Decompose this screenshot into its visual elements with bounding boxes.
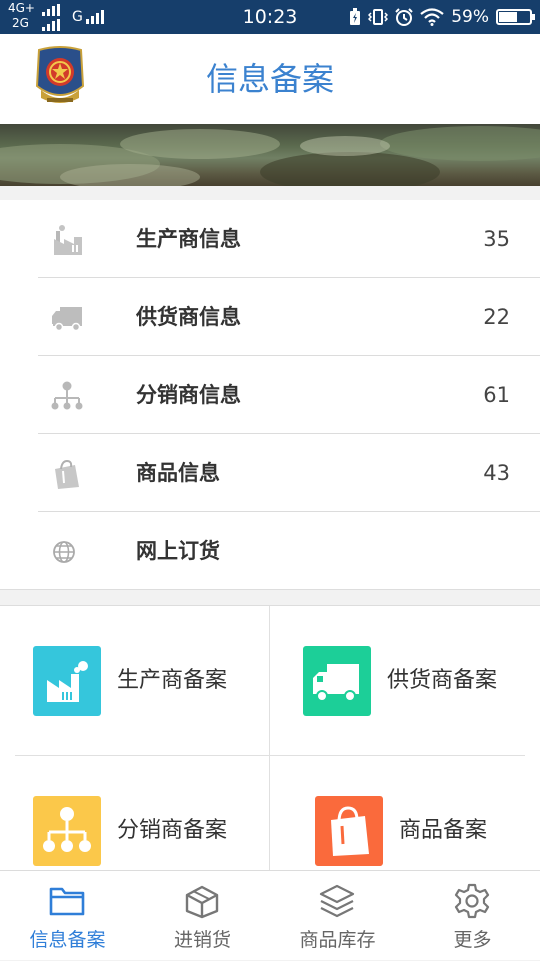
list-item-label: 生产商信息 (136, 227, 241, 251)
truck-icon (52, 307, 82, 332)
list-item-distributor[interactable]: 分销商信息 61 (0, 356, 540, 434)
truck-icon (303, 646, 371, 716)
box-icon (185, 885, 219, 919)
list-item-label: 分销商信息 (136, 383, 241, 407)
globe-icon (53, 541, 75, 563)
list-item-count: 61 (483, 383, 510, 407)
page-title: 信息备案 (205, 60, 334, 98)
wifi-icon (420, 8, 444, 26)
tab-inventory[interactable]: 商品库存 (270, 871, 405, 961)
list-item-label: 商品信息 (136, 461, 220, 485)
tile-label: 分销商备案 (117, 818, 228, 843)
shopping-bag-icon (55, 459, 79, 489)
tab-info-filing[interactable]: 信息备案 (0, 871, 135, 961)
list-item-product[interactable]: 商品信息 43 (0, 434, 540, 512)
list-item-manufacturer[interactable]: 生产商信息 35 (0, 200, 540, 278)
factory-icon (33, 646, 101, 716)
list-item-online-order[interactable]: 网上订货 (0, 512, 540, 590)
tile-label: 供货商备案 (387, 668, 498, 693)
tab-label: 更多 (453, 929, 492, 951)
tab-label: 商品库存 (299, 929, 376, 951)
tile-supplier-filing[interactable]: 供货商备案 (270, 606, 540, 756)
tile-distributor-filing[interactable]: 分销商备案 (0, 756, 270, 870)
layers-icon (319, 884, 355, 918)
battery-percent: 59% (451, 7, 489, 27)
status-right-icons: 59% (349, 0, 535, 34)
bottom-tab-bar: 信息备案 进销货 商品库存 更多 (0, 870, 540, 960)
tile-label: 生产商备案 (117, 668, 228, 693)
battery-saver-icon (350, 8, 361, 25)
list-item-label: 网上订货 (136, 539, 220, 563)
list-item-count: 35 (483, 227, 510, 251)
tile-manufacturer-filing[interactable]: 生产商备案 (0, 606, 270, 756)
gear-icon (454, 883, 490, 919)
factory-icon (54, 225, 82, 255)
alarm-icon (395, 8, 413, 26)
tab-label: 信息备案 (29, 929, 106, 951)
list-item-supplier[interactable]: 供货商信息 22 (0, 278, 540, 356)
distribution-tree-icon (33, 796, 101, 866)
app-header: 信息备案 (0, 34, 540, 124)
filing-grid: 生产商备案 供货商备案 分销商备案 商品备案 (0, 605, 540, 870)
banner-image (0, 124, 540, 186)
list-item-label: 供货商信息 (136, 305, 241, 329)
shopping-bag-icon (315, 796, 383, 866)
distribution-tree-icon (51, 381, 83, 410)
tab-label: 进销货 (173, 929, 231, 951)
battery-icon (496, 9, 535, 25)
tile-label: 商品备案 (399, 818, 488, 843)
list-item-count: 43 (483, 461, 510, 485)
tab-purchase-sales[interactable]: 进销货 (135, 871, 270, 961)
status-bar: 4G+ 2G G 10:23 59% (0, 0, 540, 34)
tab-more[interactable]: 更多 (405, 871, 540, 961)
folder-icon (49, 887, 85, 916)
vibrate-icon (368, 9, 389, 25)
list-item-count: 22 (483, 305, 510, 329)
info-list: 生产商信息 35 供货商信息 22 分销商信息 61 商品信息 43 网上订货 (0, 200, 540, 590)
tile-product-filing[interactable]: 商品备案 (270, 756, 540, 870)
